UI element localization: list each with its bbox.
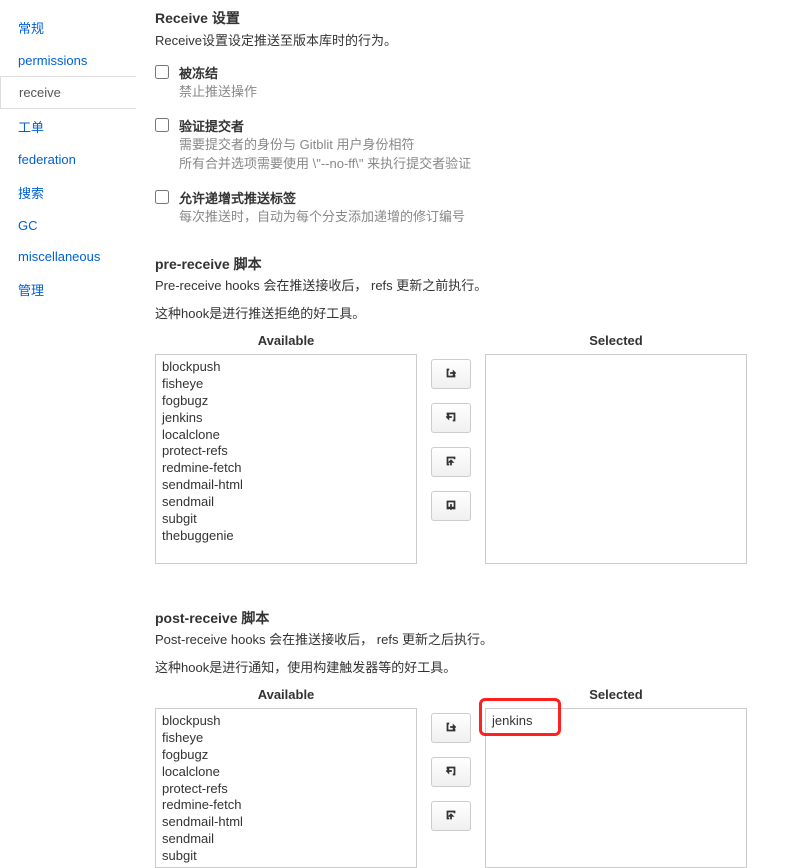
pre-receive-palette: Available blockpushfisheyefogbugzjenkins… xyxy=(155,333,783,564)
checkbox-incremental-tags: 允许递增式推送标签 每次推送时，自动为每个分支添加递增的修订编号 xyxy=(155,188,783,227)
list-item[interactable]: redmine-fetch xyxy=(162,797,410,814)
arrow-right-enter-icon xyxy=(444,366,458,383)
sidebar-item-gc[interactable]: GC xyxy=(0,210,135,241)
arrow-up-icon xyxy=(444,454,458,471)
checkbox-incremental-tags-input[interactable] xyxy=(155,190,169,204)
checkbox-frozen: 被冻结 禁止推送操作 xyxy=(155,63,783,102)
pre-receive-selected-label: Selected xyxy=(589,333,642,348)
list-item[interactable]: subgit xyxy=(162,848,410,865)
pre-receive-desc1: Pre-receive hooks 会在推送接收后， refs 更新之前执行。 xyxy=(155,276,783,296)
post-receive-selected-list[interactable]: jenkins xyxy=(485,708,747,868)
pre-move-down-button[interactable] xyxy=(431,491,471,521)
sidebar-item-federation[interactable]: federation xyxy=(0,144,135,175)
list-item[interactable]: fogbugz xyxy=(162,747,410,764)
list-item[interactable]: localclone xyxy=(162,764,410,781)
sidebar-item-receive[interactable]: receive xyxy=(0,76,136,109)
post-receive-selected-label: Selected xyxy=(589,687,642,702)
pre-receive-available-label: Available xyxy=(258,333,315,348)
arrow-right-enter-icon xyxy=(444,720,458,737)
list-item[interactable]: sendmail-html xyxy=(162,814,410,831)
list-item[interactable]: jenkins xyxy=(162,410,410,427)
list-item[interactable]: sendmail-html xyxy=(162,477,410,494)
list-item[interactable]: sendmail xyxy=(162,831,410,848)
checkbox-verify-committer-desc: 需要提交者的身份与 Gitblit 用户身份相符所有合并选项需要使用 \"--n… xyxy=(179,135,783,174)
arrow-left-exit-icon xyxy=(444,764,458,781)
checkbox-incremental-tags-label: 允许递增式推送标签 xyxy=(179,188,783,207)
sidebar-item-search[interactable]: 搜索 xyxy=(0,175,135,210)
content: Receive 设置 Receive设置设定推送至版本库时的行为。 被冻结 禁止… xyxy=(135,0,799,868)
pre-receive-desc2: 这种hook是进行推送拒绝的好工具。 xyxy=(155,304,783,324)
list-item[interactable]: localclone xyxy=(162,427,410,444)
arrow-left-exit-icon xyxy=(444,410,458,427)
checkbox-verify-committer-input[interactable] xyxy=(155,118,169,132)
sidebar-item-miscellaneous[interactable]: miscellaneous xyxy=(0,241,135,272)
post-receive-palette: Available blockpushfisheyefogbugzlocalcl… xyxy=(155,687,783,868)
list-item[interactable]: protect-refs xyxy=(162,443,410,460)
checkbox-frozen-label: 被冻结 xyxy=(179,63,783,82)
sidebar-item-general[interactable]: 常规 xyxy=(0,10,135,45)
list-item[interactable]: fisheye xyxy=(162,376,410,393)
checkbox-incremental-tags-desc: 每次推送时，自动为每个分支添加递增的修订编号 xyxy=(179,207,783,227)
checkbox-frozen-desc: 禁止推送操作 xyxy=(179,82,783,102)
list-item[interactable]: subgit xyxy=(162,511,410,528)
list-item[interactable]: fogbugz xyxy=(162,393,410,410)
pre-receive-section: pre-receive 脚本 Pre-receive hooks 会在推送接收后… xyxy=(155,254,783,564)
pre-receive-selected-list[interactable] xyxy=(485,354,747,564)
arrow-down-icon xyxy=(444,498,458,515)
pre-remove-button[interactable] xyxy=(431,403,471,433)
receive-settings-title: Receive 设置 xyxy=(155,8,783,28)
list-item[interactable]: jenkins xyxy=(492,713,740,730)
post-remove-button[interactable] xyxy=(431,757,471,787)
pre-add-button[interactable] xyxy=(431,359,471,389)
list-item[interactable]: redmine-fetch xyxy=(162,460,410,477)
sidebar-item-permissions[interactable]: permissions xyxy=(0,45,135,76)
post-add-button[interactable] xyxy=(431,713,471,743)
post-receive-available-list[interactable]: blockpushfisheyefogbugzlocalcloneprotect… xyxy=(155,708,417,868)
post-receive-desc1: Post-receive hooks 会在推送接收后， refs 更新之后执行。 xyxy=(155,630,783,650)
list-item[interactable]: fisheye xyxy=(162,730,410,747)
checkbox-verify-committer: 验证提交者 需要提交者的身份与 Gitblit 用户身份相符所有合并选项需要使用… xyxy=(155,116,783,174)
receive-settings-desc: Receive设置设定推送至版本库时的行为。 xyxy=(155,30,783,49)
list-item[interactable]: protect-refs xyxy=(162,781,410,798)
list-item[interactable]: blockpush xyxy=(162,713,410,730)
checkbox-verify-committer-label: 验证提交者 xyxy=(179,116,783,135)
arrow-up-icon xyxy=(444,808,458,825)
post-move-up-button[interactable] xyxy=(431,801,471,831)
sidebar-item-manage[interactable]: 管理 xyxy=(0,272,135,307)
post-receive-section: post-receive 脚本 Post-receive hooks 会在推送接… xyxy=(155,608,783,868)
pre-receive-title: pre-receive 脚本 xyxy=(155,254,783,274)
list-item[interactable]: sendmail xyxy=(162,494,410,511)
checkbox-frozen-input[interactable] xyxy=(155,65,169,79)
pre-move-up-button[interactable] xyxy=(431,447,471,477)
sidebar: 常规 permissions receive 工单 federation 搜索 … xyxy=(0,0,135,868)
post-receive-title: post-receive 脚本 xyxy=(155,608,783,628)
list-item[interactable]: thebuggenie xyxy=(162,528,410,545)
pre-receive-available-list[interactable]: blockpushfisheyefogbugzjenkinslocalclone… xyxy=(155,354,417,564)
list-item[interactable]: blockpush xyxy=(162,359,410,376)
post-receive-available-label: Available xyxy=(258,687,315,702)
post-receive-desc2: 这种hook是进行通知，使用构建触发器等的好工具。 xyxy=(155,658,783,678)
sidebar-item-tickets[interactable]: 工单 xyxy=(0,109,135,144)
